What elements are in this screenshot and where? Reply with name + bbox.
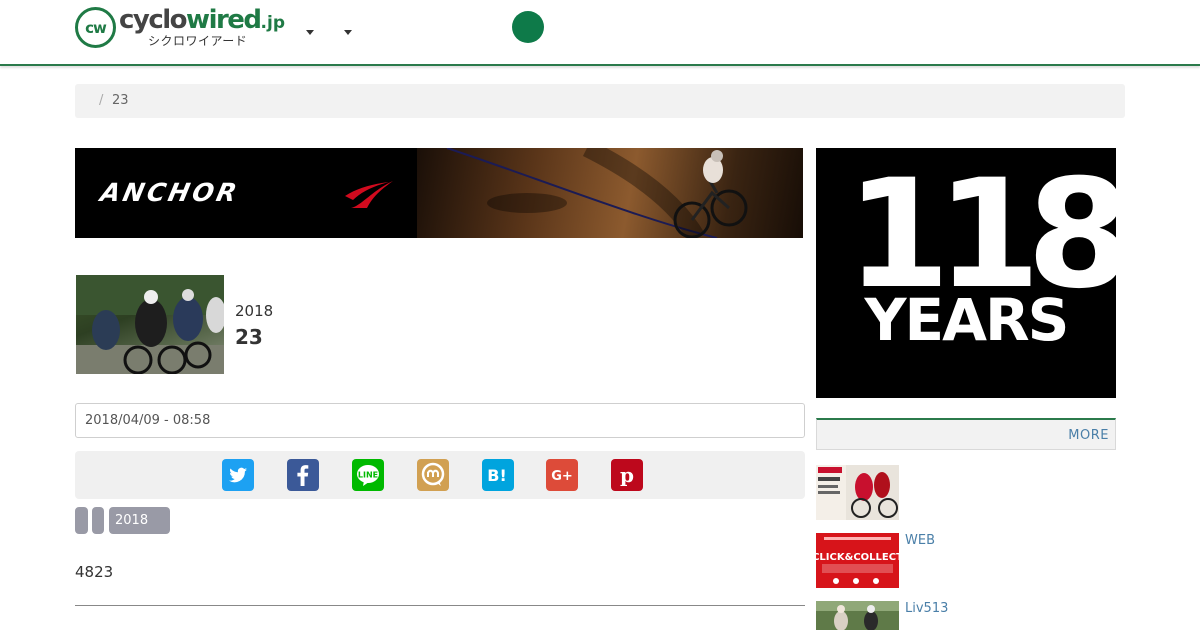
- logo-word-c: .jp: [260, 13, 286, 33]
- sidebar-item-title[interactable]: WEB: [905, 533, 935, 548]
- anchor-brand-panel: ANCHOR: [75, 148, 417, 238]
- sidebar-item-title[interactable]: Liv513: [905, 601, 948, 616]
- click-collect-promo-image: CLICK&COLLECT: [816, 533, 899, 588]
- share-bar: LINE B! G+ p: [75, 451, 805, 499]
- line-icon: LINE: [357, 465, 379, 486]
- sidebar-item-thumbnail: CLICK&COLLECT: [816, 533, 899, 588]
- breadcrumb-current: 23: [112, 93, 129, 108]
- caret-down-icon[interactable]: [341, 24, 357, 40]
- sidebar-section-header: MORE: [816, 418, 1116, 450]
- anchor-ad-banner[interactable]: ANCHOR: [75, 148, 803, 238]
- more-link[interactable]: MORE: [1068, 428, 1109, 443]
- sidebar-list-item[interactable]: CLICK&COLLECT WEB: [816, 533, 1116, 588]
- breadcrumb-separator: /: [99, 93, 104, 108]
- tag-pill[interactable]: 2018: [109, 507, 170, 534]
- years-ad-banner[interactable]: 118 YEARS: [816, 148, 1116, 398]
- velodrome-scene: [446, 148, 748, 238]
- google-plus-icon: G+: [551, 469, 573, 484]
- tag-label: 2018: [115, 513, 149, 528]
- hatena-icon: B!: [487, 466, 507, 485]
- article-body-text: 4823: [75, 563, 114, 581]
- article-thumbnail: [76, 275, 224, 374]
- sidebar-item-thumbnail: [816, 465, 899, 520]
- twitter-icon: [229, 467, 247, 483]
- facebook-share-button[interactable]: [287, 459, 319, 491]
- sidebar-list-item[interactable]: [816, 465, 1116, 520]
- anchor-swoosh-icon: [345, 181, 393, 208]
- facebook-icon: [297, 465, 309, 486]
- tag-pill[interactable]: [75, 507, 88, 534]
- cyclists-photo: [76, 275, 224, 374]
- mixi-share-button[interactable]: [417, 459, 449, 491]
- svg-text:G+: G+: [551, 469, 573, 484]
- article-date: 2018/04/09 - 08:58: [85, 413, 211, 428]
- logo-word-a: cyclo: [119, 5, 188, 35]
- anchor-brand-text: ANCHOR: [97, 178, 243, 207]
- svg-text:CLICK&COLLECT: CLICK&COLLECT: [816, 552, 899, 563]
- site-logo[interactable]: cw cyclowired.jp シクロワイアード: [75, 5, 285, 51]
- svg-text:B!: B!: [487, 466, 507, 485]
- hatena-share-button[interactable]: B!: [482, 459, 514, 491]
- nav-circle-button[interactable]: [512, 11, 544, 43]
- line-share-button[interactable]: LINE: [352, 459, 384, 491]
- tag-pill[interactable]: [92, 507, 104, 534]
- twitter-share-button[interactable]: [222, 459, 254, 491]
- mixi-icon: [421, 462, 445, 486]
- logo-word-b: wired: [186, 5, 262, 35]
- logo-kana: シクロワイアード: [148, 34, 248, 48]
- breadcrumb: / 23: [75, 84, 1125, 118]
- liv-promo-image: [816, 601, 899, 630]
- years-ad-word: YEARS: [864, 286, 1070, 354]
- logo-mark: cw: [75, 7, 116, 48]
- article-divider: [75, 605, 805, 606]
- article-date-box: 2018/04/09 - 08:58: [75, 403, 805, 438]
- google-plus-share-button[interactable]: G+: [546, 459, 578, 491]
- logo-mark-text: cw: [85, 19, 107, 37]
- svg-text:p: p: [620, 463, 634, 487]
- sidebar-item-thumbnail: [816, 601, 899, 630]
- article-title: 23: [235, 325, 263, 349]
- pinterest-icon: p: [620, 463, 634, 487]
- site-header: cw cyclowired.jp シクロワイアード: [0, 0, 1200, 66]
- svg-text:LINE: LINE: [358, 471, 378, 480]
- logo-wordmark: cyclowired.jp: [119, 5, 285, 35]
- sram-promo-image: [816, 465, 899, 520]
- article-year: 2018: [235, 302, 274, 320]
- pinterest-share-button[interactable]: p: [611, 459, 643, 491]
- caret-down-icon[interactable]: [303, 24, 319, 40]
- sidebar-list-item[interactable]: Liv513: [816, 601, 1116, 630]
